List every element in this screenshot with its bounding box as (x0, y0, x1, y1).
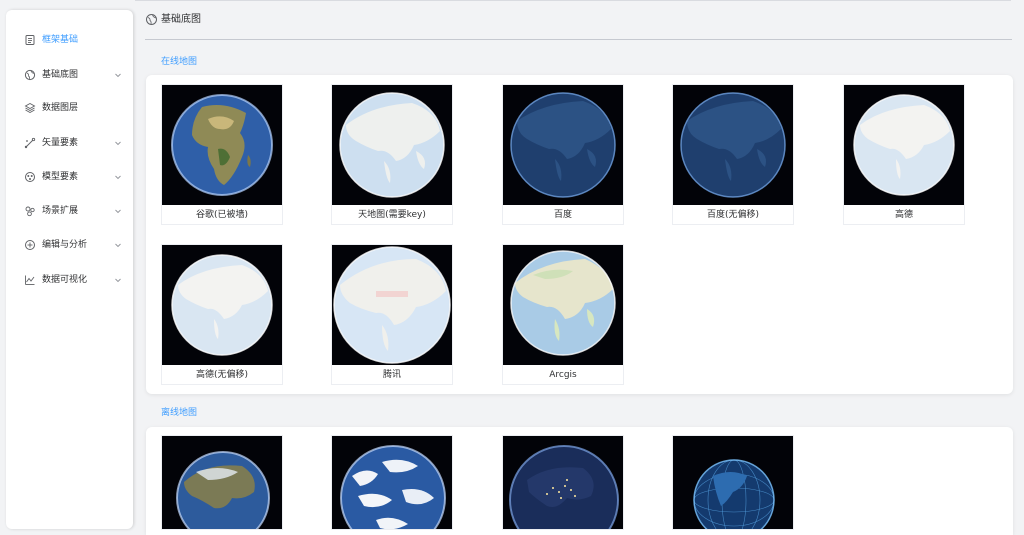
basemap-thumbnail (162, 436, 282, 529)
offline-basemap-card-wireframe[interactable] (672, 435, 794, 530)
basemap-thumbnail (162, 245, 282, 365)
chevron-down-icon (115, 73, 121, 78)
offline-maps-panel (146, 427, 1013, 535)
page-header: 基础底图 (145, 10, 201, 28)
basemap-card-google[interactable]: 谷歌(已被墙) (161, 84, 283, 225)
chevron-down-icon (115, 243, 121, 248)
sidebar-item-framework[interactable]: 框架基础 (6, 30, 133, 50)
basemap-card-baidu-no-offset[interactable]: 百度(无偏移) (672, 84, 794, 225)
sidebar-item-label: 框架基础 (42, 35, 79, 45)
document-icon (25, 35, 35, 45)
basemap-card-label: 高德(无偏移) (195, 370, 249, 380)
edit-analysis-icon (25, 240, 35, 250)
sidebar-item-data-layers[interactable]: 数据图层 (6, 98, 133, 118)
offline-basemap-card-satellite[interactable] (161, 435, 283, 530)
sidebar-item-label: 基础底图 (42, 70, 79, 80)
vector-pen-icon (24, 137, 36, 149)
model-icon (25, 172, 35, 182)
globe-icon (146, 13, 157, 25)
chevron-down-icon (115, 209, 121, 214)
basemap-thumbnail (332, 245, 452, 365)
basemap-thumbnail (673, 85, 793, 205)
basemap-card-tianditu[interactable]: 天地图(需要key) (331, 84, 453, 225)
sidebar-item-basemap[interactable]: 基础底图 (6, 65, 133, 85)
basemap-card-label: Arcgis (549, 370, 577, 380)
basemap-card-tencent[interactable]: 腾讯 (331, 244, 453, 385)
sidebar-menu: 框架基础 基础底图 数据图层 矢量要素 模型要素 场景扩展 编辑与分析 数据可视… (6, 10, 133, 529)
basemap-card-label: 百度 (553, 210, 572, 220)
basemap-card-arcgis[interactable]: Arcgis (502, 244, 624, 385)
basemap-thumbnail (844, 85, 964, 205)
online-maps-title: 在线地图 (161, 57, 198, 67)
basemap-thumbnail (673, 436, 793, 529)
offline-basemap-card-night-lights[interactable] (502, 435, 624, 530)
sidebar-item-label: 矢量要素 (42, 138, 79, 148)
basemap-thumbnail (503, 245, 623, 365)
basemap-card-label: 腾讯 (382, 370, 401, 380)
globe-icon (24, 69, 36, 81)
basemap-card-baidu[interactable]: 百度 (502, 84, 624, 225)
sidebar-item-label: 场景扩展 (42, 206, 79, 216)
chevron-down-icon (115, 175, 121, 180)
online-maps-panel: 谷歌(已被墙) 天地图(需要key) 百度 百度(无偏移) 高德 高德(无偏移)… (146, 75, 1013, 394)
sidebar-item-label: 编辑与分析 (42, 240, 88, 250)
basemap-thumbnail (503, 85, 623, 205)
basemap-card-label: 天地图(需要key) (358, 210, 426, 220)
cluster-icon (25, 206, 35, 217)
basemap-thumbnail (503, 436, 623, 529)
basemap-card-label: 百度(无偏移) (706, 210, 760, 220)
header-divider (145, 39, 1012, 40)
layers-icon (24, 102, 36, 114)
sidebar-item-edit-analysis[interactable]: 编辑与分析 (6, 235, 133, 255)
page-title: 基础底图 (161, 13, 201, 25)
basemap-card-gaode[interactable]: 高德 (843, 84, 965, 225)
basemap-card-gaode-no-offset[interactable]: 高德(无偏移) (161, 244, 283, 385)
sidebar-item-label: 数据可视化 (42, 275, 88, 285)
chart-icon (25, 275, 35, 285)
chevron-down-icon (115, 278, 121, 283)
sidebar-item-scene-extension[interactable]: 场景扩展 (6, 201, 133, 221)
sidebar-item-data-visualization[interactable]: 数据可视化 (6, 270, 133, 290)
basemap-card-label: 谷歌(已被墙) (195, 210, 249, 220)
basemap-card-label: 高德 (894, 210, 913, 220)
basemap-thumbnail (332, 85, 452, 205)
chevron-down-icon (115, 141, 121, 146)
sidebar-item-model-features[interactable]: 模型要素 (6, 167, 133, 187)
offline-basemap-card-cloudy-earth[interactable] (331, 435, 453, 530)
top-divider (135, 0, 1011, 1)
sidebar-item-label: 数据图层 (42, 103, 79, 113)
offline-maps-title: 离线地图 (161, 408, 198, 418)
sidebar-item-vector-features[interactable]: 矢量要素 (6, 133, 133, 153)
basemap-thumbnail (162, 85, 282, 205)
basemap-thumbnail (332, 436, 452, 529)
sidebar-item-label: 模型要素 (42, 172, 79, 182)
